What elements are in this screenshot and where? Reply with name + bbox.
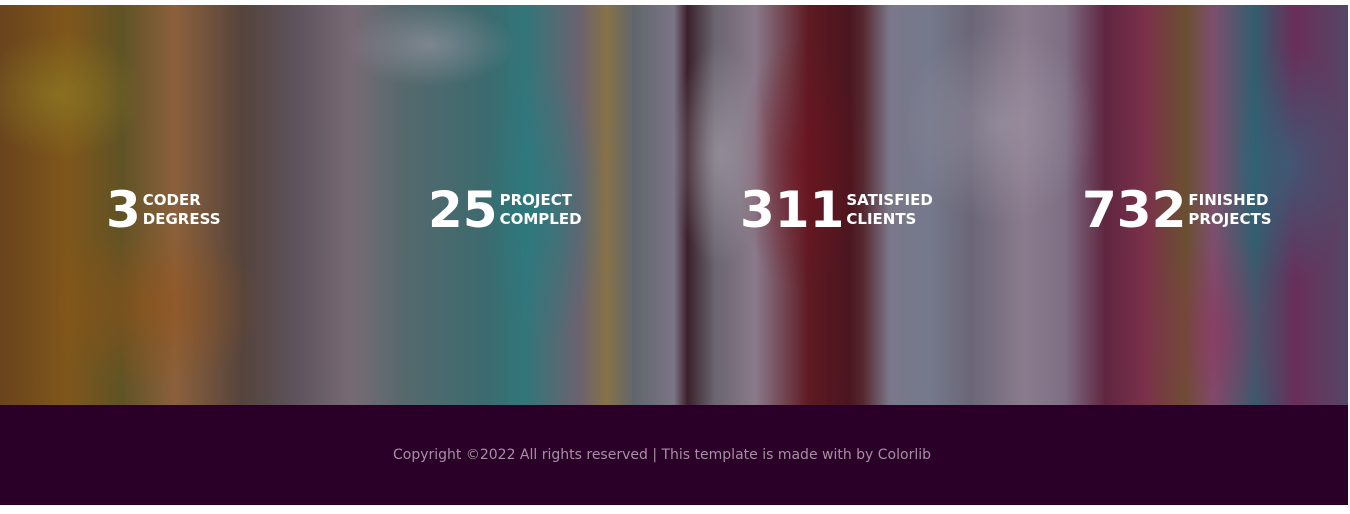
stat-label-line: DEGRESS — [142, 210, 221, 228]
stat-label-line: SATISFIED — [846, 191, 933, 209]
stat-label: CODER DEGRESS — [143, 191, 221, 229]
stat-label: PROJECT COMPLED — [500, 191, 582, 229]
stat-label: FINISHED PROJECTS — [1188, 191, 1271, 229]
site-footer: Copyright ©2022 All rights reserved | Th… — [0, 405, 1348, 505]
stat-label-line: COMPLED — [499, 210, 582, 228]
stat-label-line: PROJECT — [499, 191, 572, 209]
stat-number: 311 — [740, 181, 845, 239]
stat-number: 3 — [106, 181, 141, 239]
stat-label-line: CODER — [142, 191, 201, 209]
stat-number: 732 — [1082, 181, 1187, 239]
page: 3 CODER DEGRESS 25 PROJECT COMPLED 311 S… — [0, 0, 1350, 514]
stat-label-line: FINISHED — [1188, 191, 1269, 209]
stat-label-line: PROJECTS — [1188, 210, 1272, 228]
stat-projects-completed: 25 PROJECT COMPLED — [428, 183, 582, 237]
stat-number: 25 — [428, 181, 498, 239]
copyright-text: Copyright ©2022 All rights reserved | Th… — [392, 447, 931, 463]
stat-label-line: CLIENTS — [846, 210, 917, 228]
stat-satisfied-clients: 311 SATISFIED CLIENTS — [740, 183, 933, 237]
stat-coder-degrees: 3 CODER DEGRESS — [106, 183, 221, 237]
stats-row: 3 CODER DEGRESS 25 PROJECT COMPLED 311 S… — [0, 183, 1348, 243]
stat-finished-projects: 732 FINISHED PROJECTS — [1082, 183, 1272, 237]
counter-section: 3 CODER DEGRESS 25 PROJECT COMPLED 311 S… — [0, 5, 1348, 405]
stat-label: SATISFIED CLIENTS — [846, 191, 932, 229]
